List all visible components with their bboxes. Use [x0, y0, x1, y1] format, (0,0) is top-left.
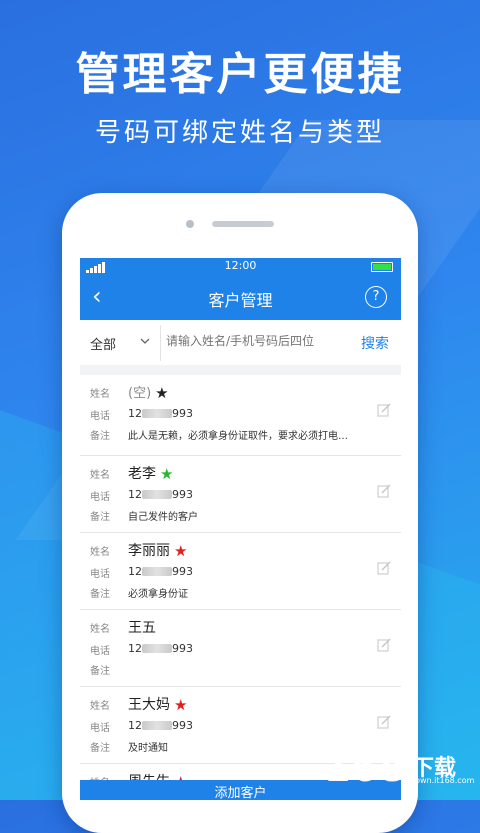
edit-icon[interactable]: [377, 403, 391, 417]
phone-label: 电话: [90, 646, 110, 657]
customer-note: 及时通知: [128, 743, 168, 754]
edit-icon[interactable]: [377, 484, 391, 498]
name-row: 姓名 (空) ★: [90, 384, 169, 402]
customer-name: 老李 ★: [128, 463, 173, 483]
phone-label: 电话: [90, 569, 110, 580]
phone-masked: [142, 490, 172, 499]
phone-row: 电话 12 993: [90, 565, 193, 580]
note-label: 备注: [90, 512, 110, 523]
status-bar: 12:00: [80, 258, 401, 275]
name-label: 姓名: [90, 547, 110, 558]
star-icon: ★: [174, 542, 188, 560]
note-row: 备注 此人是无赖，必须拿身份证取件，要求必须打电…: [90, 427, 348, 442]
edit-icon[interactable]: [377, 561, 391, 575]
edit-icon[interactable]: [377, 715, 391, 729]
customer-card[interactable]: 姓名 老李 ★ 电话 12 993 备注 自己发件的客户: [80, 456, 401, 533]
customer-note: 此人是无赖，必须拿身份证取件，要求必须打电…: [128, 431, 348, 442]
customer-name: 王大妈 ★: [128, 694, 187, 714]
customer-name: 王五: [128, 617, 156, 637]
phone-row: 电话 12 993: [90, 642, 193, 657]
customer-phone: 12 993: [128, 565, 193, 578]
name-row: 姓名 王五: [90, 620, 156, 636]
phone-prefix: 12: [128, 407, 142, 420]
phone-camera: [186, 220, 194, 228]
note-label: 备注: [90, 743, 110, 754]
customer-card[interactable]: 姓名 王五电话 12 993 备注: [80, 610, 401, 687]
note-label: 备注: [90, 666, 110, 677]
phone-suffix: 993: [172, 488, 193, 501]
note-row: 备注 及时通知: [90, 739, 168, 754]
phone-row: 电话 12 993: [90, 407, 193, 422]
phone-prefix: 12: [128, 565, 142, 578]
phone-masked: [142, 644, 172, 653]
note-label: 备注: [90, 431, 110, 442]
star-icon: ★: [160, 465, 174, 483]
customer-name-text: 王五: [128, 620, 156, 636]
customer-name: 李丽丽 ★: [128, 540, 187, 560]
customer-name-text: 王大妈: [128, 697, 170, 713]
phone-masked: [142, 567, 172, 576]
customer-phone: 12 993: [128, 719, 193, 732]
phone-prefix: 12: [128, 719, 142, 732]
watermark-url: down.it168.com: [410, 776, 475, 785]
note-row: 备注 必须拿身份证: [90, 585, 188, 600]
note-row: 备注: [90, 662, 110, 677]
phone-row: 电话 12 993: [90, 719, 193, 734]
customer-card[interactable]: 姓名 李丽丽 ★ 电话 12 993 备注 必须拿身份证: [80, 533, 401, 610]
watermark-logo: 168 下载 down.it168.com: [324, 746, 475, 790]
phone-suffix: 993: [172, 642, 193, 655]
customer-note: 必须拿身份证: [128, 589, 188, 600]
phone-label: 电话: [90, 492, 110, 503]
name-label: 姓名: [90, 701, 110, 712]
phone-prefix: 12: [128, 642, 142, 655]
phone-label: 电话: [90, 411, 110, 422]
customer-name: (空) ★: [128, 382, 169, 402]
name-label: 姓名: [90, 470, 110, 481]
customer-name-text: 老李: [128, 466, 156, 482]
app-screen: 12:00 ‹ 客户管理 ? 全部 搜索 姓名(空)★电话12993备注此人是无…: [80, 258, 401, 800]
customer-name-text: 李丽丽: [128, 543, 170, 559]
note-row: 备注 自己发件的客户: [90, 508, 198, 523]
name-label: 姓名: [90, 624, 110, 635]
promo-subline: 号码可绑定姓名与类型: [94, 118, 385, 148]
phone-masked: [142, 721, 172, 730]
customer-phone: 12 993: [128, 642, 193, 655]
star-icon: ★: [174, 696, 188, 714]
customer-card[interactable]: 姓名 (空) ★ 电话 12 993 备注 此人是无赖，必须拿身份证取件，要求必须打电…: [80, 375, 401, 456]
battery-icon: [371, 262, 393, 272]
watermark-number: 168: [324, 746, 407, 790]
customer-phone: 12 993: [128, 407, 193, 420]
phone-suffix: 993: [172, 565, 193, 578]
promo-headline: 管理客户更便捷: [75, 49, 405, 100]
phone-masked: [142, 409, 172, 418]
search-bar: 全部 搜索: [80, 320, 401, 365]
page-title: 客户管理: [208, 291, 273, 310]
search-button[interactable]: 搜索: [361, 333, 389, 353]
phone-suffix: 993: [172, 719, 193, 732]
phone-prefix: 12: [128, 488, 142, 501]
customer-list: 姓名 (空) ★ 电话 12 993 备注 此人是无赖，必须拿身份证取件，要求必须打电… 姓名老…: [80, 375, 401, 800]
customer-phone: 12 993: [128, 488, 193, 501]
status-time: 12:00: [224, 259, 257, 272]
search-input[interactable]: [166, 334, 346, 348]
star-icon: ★: [155, 384, 169, 402]
note-label: 备注: [90, 589, 110, 600]
name-row: 姓名 老李 ★: [90, 465, 173, 483]
phone-label: 电话: [90, 723, 110, 734]
chevron-down-icon[interactable]: [140, 336, 150, 346]
nav-bar: ‹ 客户管理 ?: [80, 275, 401, 320]
phone-row: 电话 12 993: [90, 488, 193, 503]
customer-note: 自己发件的客户: [128, 512, 198, 523]
phone-speaker: [212, 221, 274, 227]
name-row: 姓名 李丽丽 ★: [90, 542, 187, 560]
customer-name-text: (空): [128, 386, 152, 401]
edit-icon[interactable]: [377, 638, 391, 652]
help-icon[interactable]: ?: [365, 286, 387, 308]
filter-dropdown[interactable]: 全部: [90, 334, 116, 353]
name-label: 姓名: [90, 389, 110, 400]
divider: [160, 325, 161, 361]
phone-suffix: 993: [172, 407, 193, 420]
name-row: 姓名 王大妈 ★: [90, 696, 187, 714]
